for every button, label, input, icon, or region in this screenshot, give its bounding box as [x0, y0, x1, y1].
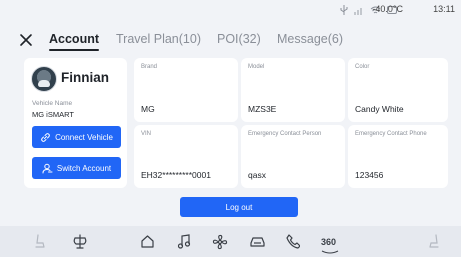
usb-icon [340, 5, 348, 15]
model-value: MZS3E [248, 104, 277, 114]
vin-card: VIN EH32*********0001 [134, 125, 238, 188]
vin-label: VIN [141, 131, 152, 137]
switch-user-icon [42, 163, 53, 173]
connect-vehicle-label: Connect Vehicle [55, 132, 113, 142]
brand-label: Brand [141, 64, 158, 70]
model-label: Model [248, 64, 265, 70]
brand-card: Brand MG [134, 58, 238, 122]
signal-icon [354, 7, 362, 15]
vehicle-name-value: MG iSMART [32, 110, 74, 119]
emergency-contact-person-card[interactable]: Emergency Contact Person qasx [241, 125, 345, 188]
emergency-contact-phone-card[interactable]: Emergency Contact Phone 123456 [348, 125, 448, 188]
close-icon[interactable] [18, 32, 34, 48]
user-name: Finnian [61, 70, 109, 85]
360-arc-icon [321, 250, 339, 254]
link-icon [41, 132, 50, 142]
avatar [31, 66, 57, 92]
color-label: Color [355, 64, 370, 70]
vin-value: EH32*********0001 [141, 170, 211, 180]
tab-travel-plan[interactable]: Travel Plan(10) [116, 32, 201, 46]
color-value: Candy White [355, 104, 404, 114]
status-bar: -40.0°C 13:11 [0, 0, 461, 22]
music-icon[interactable] [177, 234, 191, 249]
emergency-contact-person-label: Emergency Contact Person [248, 131, 322, 137]
360-view-icon[interactable]: 360 [321, 232, 339, 255]
bottom-dock: 360 [0, 226, 461, 257]
connect-vehicle-button[interactable]: Connect Vehicle [32, 126, 121, 148]
switch-account-button[interactable]: Switch Account [32, 157, 121, 179]
switch-account-label: Switch Account [56, 163, 112, 173]
color-card: Color Candy White [348, 58, 448, 122]
seat-heat-icon[interactable] [33, 234, 47, 249]
emergency-contact-phone-label: Emergency Contact Phone [355, 131, 427, 137]
seat-heat-right-icon[interactable] [427, 234, 441, 249]
emergency-contact-person-value: qasx [248, 170, 266, 180]
tab-account[interactable]: Account [49, 32, 99, 51]
temperature: -40.0°C [372, 4, 403, 14]
model-card: Model MZS3E [241, 58, 345, 122]
home-icon[interactable] [140, 234, 155, 249]
tab-message[interactable]: Message(6) [277, 32, 343, 46]
active-tab-indicator [49, 49, 99, 51]
emergency-contact-phone-value: 123456 [355, 170, 384, 180]
ac-fan-icon[interactable] [212, 234, 228, 250]
brand-value: MG [141, 104, 155, 114]
fan-icon[interactable] [72, 234, 88, 249]
car-icon[interactable] [249, 234, 266, 249]
clock: 13:11 [433, 4, 455, 14]
tab-poi[interactable]: POI(32) [217, 32, 261, 46]
tab-bar: Account Travel Plan(10) POI(32) Message(… [0, 28, 461, 54]
phone-icon[interactable] [286, 234, 300, 249]
vehicle-name-label: Vehicle Name [32, 100, 73, 107]
profile-card: Finnian Vehicle Name MG iSMART Connect V… [24, 58, 127, 188]
logout-button[interactable]: Log out [180, 197, 298, 217]
